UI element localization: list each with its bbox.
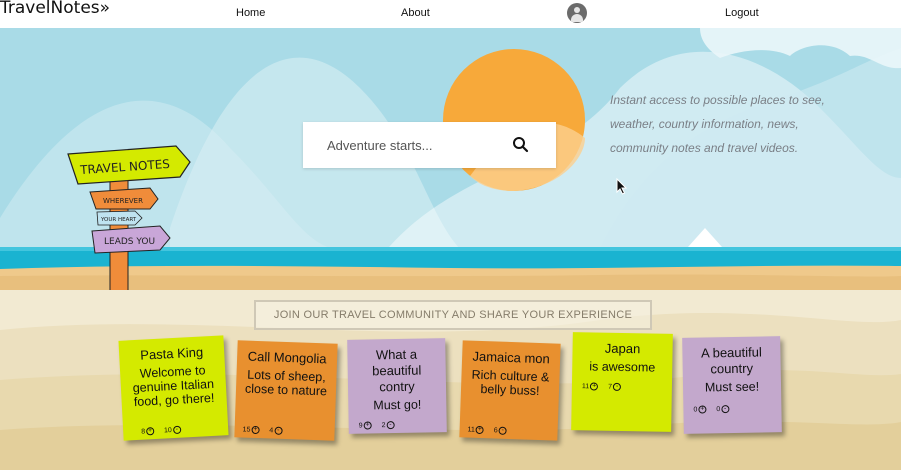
note-title: Jamaica mon bbox=[472, 348, 551, 367]
upvote-count: 9 bbox=[358, 422, 363, 430]
minus-icon: - bbox=[274, 426, 283, 435]
minus-icon: - bbox=[612, 382, 622, 391]
join-community-text: JOIN OUR TRAVEL COMMUNITY AND SHARE YOUR… bbox=[273, 309, 633, 321]
note-title: What a beautiful contry bbox=[372, 346, 422, 395]
upvote-count: 11 bbox=[581, 383, 590, 391]
note-card[interactable]: Jamaica mon Rich culture & belly buss! 1… bbox=[459, 340, 561, 441]
downvote-count: 4 bbox=[269, 427, 274, 435]
upvote-count: 11 bbox=[467, 426, 475, 434]
sign-leads-you: LEADS YOU bbox=[104, 237, 155, 247]
note-votes: 8 + 10- bbox=[141, 425, 189, 436]
minus-icon: - bbox=[386, 421, 395, 430]
note-title: Pasta King bbox=[139, 344, 204, 363]
sign-wherever: WHEREVER bbox=[103, 197, 143, 205]
note-card[interactable]: What a beautiful contry Must go! 9 + 2- bbox=[347, 338, 447, 434]
plus-icon: + bbox=[475, 425, 485, 435]
top-nav: TravelNotes» Home About Logout bbox=[0, 0, 901, 28]
logo-text: TravelNotes bbox=[0, 0, 100, 18]
downvote-count: 2 bbox=[381, 422, 386, 430]
downvote-button[interactable]: 6- bbox=[493, 426, 507, 435]
hero-tagline: Instant access to possible places to see… bbox=[610, 93, 825, 155]
upvote-count: 0 bbox=[693, 406, 698, 414]
upvote-button[interactable]: 11 + bbox=[467, 425, 485, 435]
search-icon[interactable] bbox=[510, 134, 532, 156]
downvote-button[interactable]: 4- bbox=[269, 426, 283, 435]
sign-your-heart: YOUR HEART bbox=[100, 217, 137, 223]
note-body: Must see! bbox=[704, 379, 760, 395]
note-title: Japan bbox=[604, 340, 641, 357]
upvote-button[interactable]: 9 + bbox=[358, 421, 372, 430]
note-body: Rich culture & belly buss! bbox=[471, 367, 550, 399]
note-title: A beautiful country bbox=[700, 344, 762, 377]
plus-icon: + bbox=[698, 405, 707, 414]
minus-icon: - bbox=[498, 426, 507, 435]
note-title: Call Mongolia bbox=[247, 348, 327, 367]
downvote-button[interactable]: 2- bbox=[381, 421, 395, 430]
upvote-count: 8 bbox=[141, 428, 146, 436]
note-votes: 0 + 0- bbox=[693, 405, 737, 414]
mouse-cursor-icon bbox=[616, 178, 628, 195]
note-votes: 11 + 7- bbox=[582, 382, 629, 391]
nav-logout-link[interactable]: Logout bbox=[725, 7, 759, 19]
nav-home-link[interactable]: Home bbox=[236, 7, 265, 19]
note-body: is awesome bbox=[589, 359, 656, 375]
downvote-count: 10 bbox=[163, 426, 173, 435]
user-avatar-icon[interactable] bbox=[567, 3, 587, 23]
logo[interactable]: TravelNotes» bbox=[0, 0, 110, 18]
downvote-count: 7 bbox=[608, 383, 613, 391]
upvote-button[interactable]: 8 + bbox=[141, 427, 155, 436]
note-card[interactable]: Japan is awesome 11 + 7- bbox=[571, 332, 673, 432]
note-body: Welcome to genuine Italian food, go ther… bbox=[132, 363, 215, 410]
downvote-count: 6 bbox=[493, 427, 498, 435]
search-input[interactable] bbox=[327, 135, 507, 155]
plus-icon: + bbox=[145, 427, 155, 436]
minus-icon: - bbox=[721, 405, 730, 414]
note-card[interactable]: Pasta King Welcome to genuine Italian fo… bbox=[118, 335, 229, 441]
note-card[interactable]: A beautiful country Must see! 0 + 0- bbox=[682, 336, 782, 434]
note-votes: 15 + 4- bbox=[242, 425, 290, 436]
upvote-button[interactable]: 0 + bbox=[693, 405, 707, 414]
search-box bbox=[303, 122, 556, 168]
plus-icon: + bbox=[251, 425, 260, 435]
plus-icon: + bbox=[363, 421, 372, 430]
note-body: Must go! bbox=[373, 397, 422, 413]
nav-about-link[interactable]: About bbox=[401, 7, 430, 19]
upvote-count: 15 bbox=[242, 426, 251, 434]
plus-icon: + bbox=[590, 382, 599, 391]
note-votes: 9 + 2- bbox=[359, 421, 403, 430]
upvote-button[interactable]: 15 + bbox=[242, 425, 260, 435]
downvote-button[interactable]: 0- bbox=[716, 405, 730, 414]
minus-icon: - bbox=[172, 425, 182, 435]
note-votes: 11 + 6- bbox=[467, 425, 514, 436]
note-body: Lots of sheep, close to nature bbox=[244, 367, 328, 399]
upvote-button[interactable]: 11 + bbox=[581, 382, 599, 391]
downvote-button[interactable]: 7- bbox=[608, 382, 622, 391]
downvote-count: 0 bbox=[716, 406, 721, 414]
downvote-button[interactable]: 10- bbox=[163, 425, 182, 435]
join-community-banner[interactable]: JOIN OUR TRAVEL COMMUNITY AND SHARE YOUR… bbox=[254, 300, 652, 330]
logo-mark: » bbox=[99, 0, 111, 18]
note-card[interactable]: Call Mongolia Lots of sheep, close to na… bbox=[234, 340, 338, 441]
